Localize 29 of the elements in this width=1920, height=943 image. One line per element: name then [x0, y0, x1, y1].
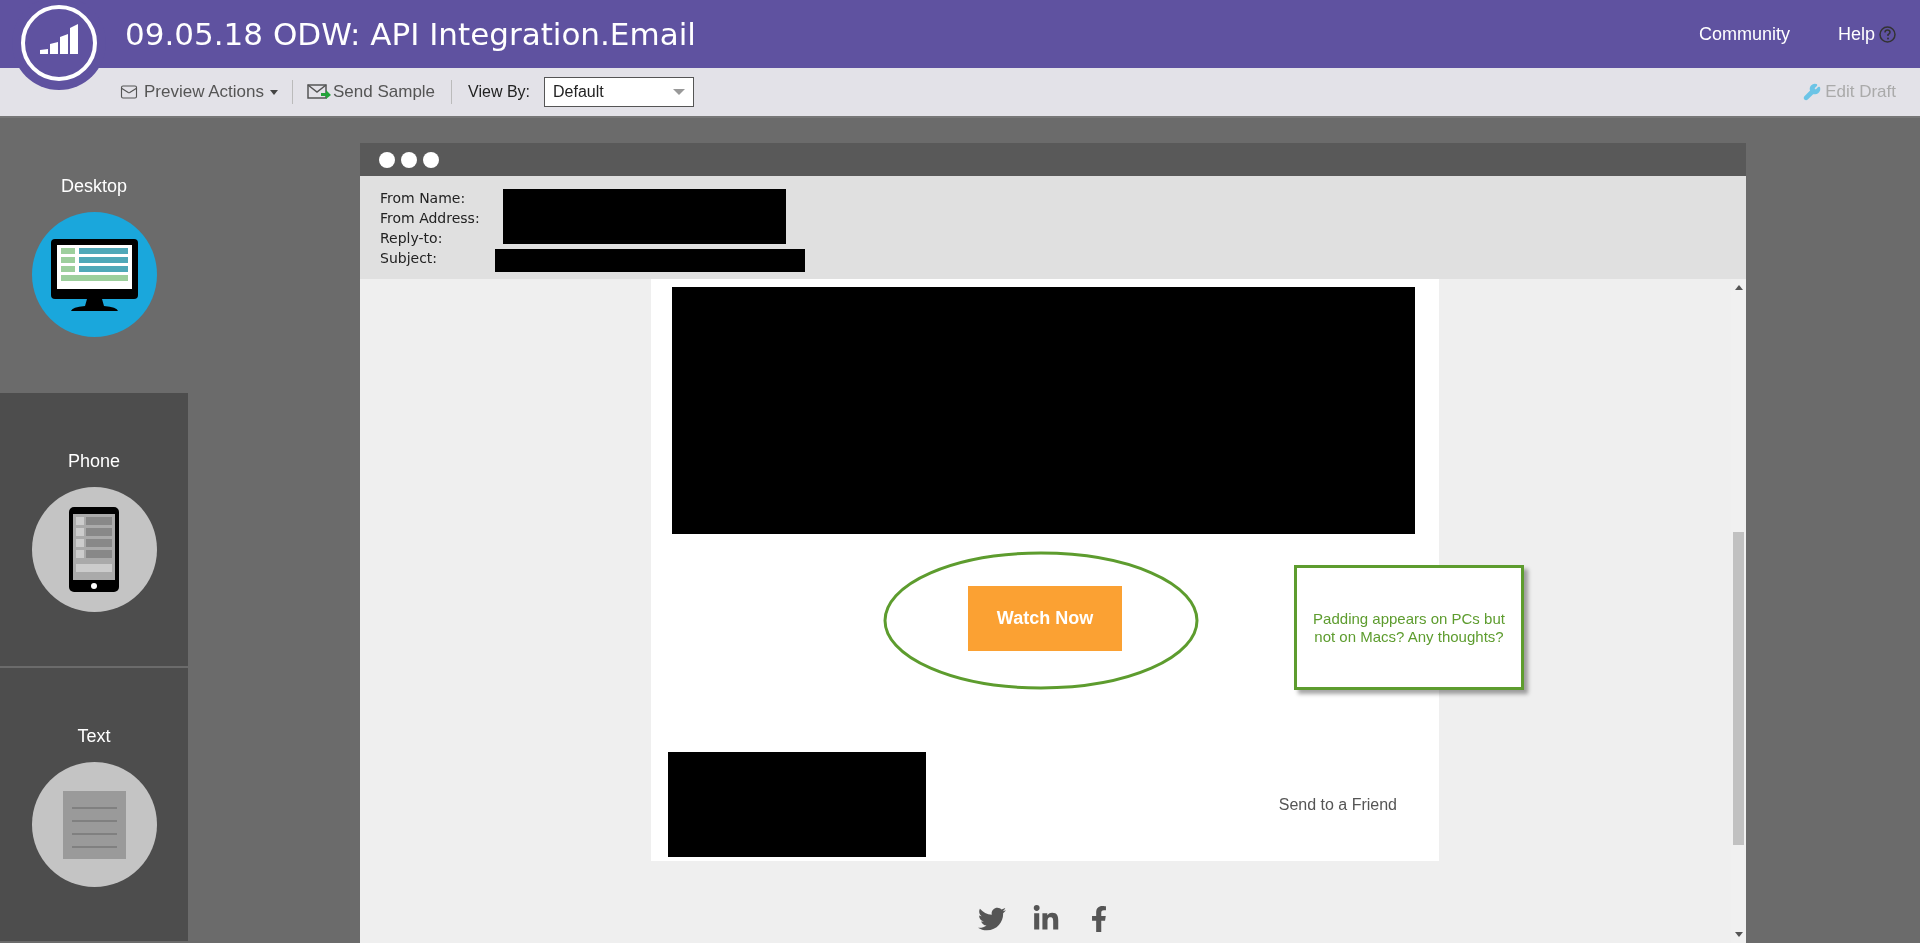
- annotation-note: Padding appears on PCs but not on Macs? Any thoughts?: [1294, 565, 1524, 690]
- scrollbar-thumb[interactable]: [1733, 532, 1744, 845]
- wrench-icon: [1803, 83, 1822, 101]
- linkedin-icon[interactable]: [1032, 905, 1060, 933]
- mail-icon: [120, 83, 138, 101]
- send-sample-button[interactable]: Send Sample: [307, 79, 436, 105]
- view-by-select[interactable]: Default: [544, 77, 695, 107]
- header-field-label: From Name:: [380, 189, 466, 208]
- twitter-icon[interactable]: [978, 905, 1006, 933]
- send-to-friend-link[interactable]: Send to a Friend: [1278, 792, 1397, 817]
- header-field-label: Reply-to:: [380, 229, 443, 248]
- community-link[interactable]: Community: [1698, 20, 1790, 48]
- scroll-up-icon[interactable]: [1734, 285, 1743, 290]
- view-by-label: View By:: [468, 82, 531, 102]
- device-tab[interactable]: Phone: [0, 393, 188, 668]
- page-title: 09.05.18 ODW: API Integration.Email: [125, 14, 696, 54]
- mail-send-icon: [307, 84, 331, 100]
- preview-actions-button[interactable]: Preview Actions: [120, 79, 278, 105]
- document-icon: [31, 762, 157, 887]
- header-field-label: From Address:: [380, 209, 480, 228]
- help-icon: [1879, 25, 1896, 43]
- dropdown-caret-icon: [673, 89, 686, 95]
- monitor-icon: [31, 212, 157, 337]
- help-link[interactable]: Help: [1837, 20, 1896, 48]
- scroll-down-icon[interactable]: [1734, 932, 1743, 937]
- phone-icon: [31, 487, 157, 612]
- caret-icon: [270, 89, 278, 95]
- header-field-label: Subject:: [380, 249, 438, 268]
- device-tab[interactable]: Text: [0, 668, 188, 943]
